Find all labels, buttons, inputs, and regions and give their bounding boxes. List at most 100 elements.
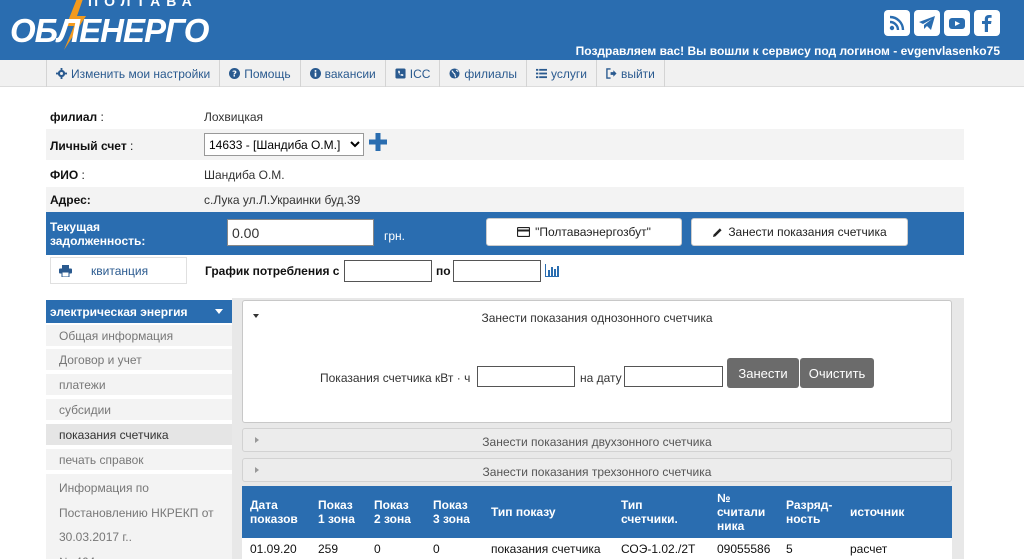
bar-chart-icon[interactable]: [545, 264, 559, 277]
table-header-row: Дата показов Показ 1 зона Показ 2 зона Пока…: [242, 486, 952, 538]
caret-down-icon: [215, 309, 223, 314]
reading-date-label: на дату: [580, 371, 622, 385]
col-reading-type: Тип показу: [483, 486, 613, 538]
cell-zone2: 0: [366, 538, 425, 559]
globe-icon: [449, 68, 460, 79]
enter-readings-button-label: Занести показания счетчика: [728, 225, 887, 239]
nav-services-label: услуги: [551, 66, 587, 81]
branch-value: Лохвицкая: [204, 109, 264, 124]
nav-vacancies-label: вакансии: [324, 66, 376, 81]
add-account-icon[interactable]: [368, 132, 388, 152]
single-zone-panel: Занести показания однозонного счетчика П…: [242, 300, 952, 423]
cell-reading-type: показания счетчика: [483, 538, 613, 559]
sidebar-item-general-info[interactable]: Общая информация: [46, 325, 232, 348]
chart-date-to[interactable]: [453, 260, 541, 282]
sidebar-item-regulation-info[interactable]: Информация по Постановлению НКРЕКП от 30…: [46, 474, 232, 559]
info-icon: [309, 68, 321, 79]
youtube-icon[interactable]: [944, 10, 970, 36]
nav-logout-label: выйти: [620, 66, 655, 81]
phone-book-icon: [395, 68, 406, 79]
clear-reading-button[interactable]: Очистить: [800, 358, 874, 388]
supplier-button[interactable]: "Полтаваэнергозбут": [486, 218, 682, 246]
sidebar-item-meter-readings[interactable]: показания счетчика: [46, 424, 232, 447]
nav-branches-label: филиалы: [464, 66, 517, 81]
sidebar-header-electricity[interactable]: электрическая энергия: [46, 300, 232, 323]
reading-date-input[interactable]: [624, 366, 723, 387]
regulation-line: 30.03.2017 г..: [59, 530, 132, 544]
credit-card-icon: [517, 227, 531, 237]
col-date: Дата показов: [242, 486, 310, 538]
reading-label: Показания счетчика кВт · ч: [320, 371, 471, 385]
fio-label: ФИО :: [50, 167, 85, 182]
dual-zone-panel[interactable]: Занести показания двухзонного счетчика: [242, 428, 952, 452]
telegram-icon[interactable]: [914, 10, 940, 36]
address-value: с.Лука ул.Л.Украинки буд.39: [204, 192, 361, 207]
sidebar-item-contract[interactable]: Договор и учет: [46, 349, 232, 372]
chart-date-from[interactable]: [344, 260, 432, 282]
nav-settings-label: Изменить мои настройки: [71, 66, 211, 81]
nav-icc[interactable]: ICC: [384, 60, 440, 87]
nav-settings[interactable]: Изменить мои настройки: [46, 60, 219, 87]
col-zone1: Показ 1 зона: [310, 486, 366, 538]
nav-logout[interactable]: выйти: [595, 60, 665, 87]
nav-branches[interactable]: филиалы: [439, 60, 526, 87]
branch-row: филиал : Лохвицкая: [46, 104, 964, 129]
account-select[interactable]: 14633 - [Шандиба О.М.]: [204, 133, 364, 156]
address-label: Адрес:: [50, 192, 91, 207]
sidebar-item-payments[interactable]: платежи: [46, 374, 232, 397]
col-source: источник: [842, 486, 952, 538]
col-digits: Разряд-ность: [778, 486, 842, 538]
sidebar-item-print-certificates[interactable]: печать справок: [46, 449, 232, 472]
chart-date-to-label: по: [436, 264, 451, 278]
logo-text: ОБЛЕНЕРГО: [10, 12, 209, 49]
sidebar-header-label: электрическая энергия: [50, 304, 188, 319]
triple-zone-panel-title: Занести показания трехзонного счетчика: [482, 465, 712, 479]
svg-text:?: ?: [232, 69, 237, 79]
readings-table: Дата показов Показ 1 зона Показ 2 зона Пока…: [242, 486, 952, 559]
facebook-icon[interactable]: [974, 10, 1000, 36]
col-zone2: Показ 2 зона: [366, 486, 425, 538]
cell-zone1: 259: [310, 538, 366, 559]
gear-icon: [56, 68, 67, 79]
account-label: Личный счет :: [50, 139, 134, 153]
debt-label: Текущая задолженность:: [50, 220, 146, 248]
printer-icon: [59, 265, 72, 277]
nav-help[interactable]: ? Помощь: [219, 60, 299, 87]
branch-label: филиал :: [50, 109, 104, 124]
enter-readings-button[interactable]: Занести показания счетчика: [691, 218, 908, 246]
nav-help-label: Помощь: [244, 66, 291, 81]
triple-zone-panel[interactable]: Занести показания трехзонного счетчика: [242, 458, 952, 482]
regulation-line: Постановлению НКРЕКП от: [59, 505, 214, 520]
pencil-icon: [713, 227, 722, 237]
welcome-message: Поздравляем вас! Вы вошли к сервису под …: [575, 44, 1000, 58]
reading-input[interactable]: [477, 366, 575, 387]
rss-icon[interactable]: [884, 10, 910, 36]
nav-services[interactable]: услуги: [526, 60, 596, 87]
single-zone-panel-title[interactable]: Занести показания однозонного счетчика: [243, 311, 951, 325]
cell-zone3: 0: [425, 538, 483, 559]
consumption-chart-label: График потребления с: [205, 264, 340, 278]
fio-row: ФИО : Шандиба О.М.: [46, 162, 964, 187]
logout-icon: [606, 68, 617, 79]
table-row: 01.09.20 259 0 0 показания счетчика СОЭ-…: [242, 538, 952, 559]
receipt-button[interactable]: квитанция: [50, 257, 187, 284]
regulation-line: № 464: [59, 550, 232, 559]
list-icon: [536, 68, 547, 79]
nav-icc-label: ICC: [409, 66, 431, 81]
debt-currency: грн.: [384, 229, 406, 243]
cell-date: 01.09.20: [242, 538, 310, 559]
nav-vacancies[interactable]: вакансии: [299, 60, 385, 87]
sidebar-item-subsidies[interactable]: субсидии: [46, 399, 232, 422]
dual-zone-panel-title: Занести показания двухзонного счетчика: [482, 435, 712, 449]
col-meter-number: № считали ника: [709, 486, 778, 538]
supplier-button-label: "Полтаваэнергозбут": [535, 225, 651, 239]
social-links: [884, 10, 1000, 36]
address-row: Адрес: с.Лука ул.Л.Украинки буд.39: [46, 187, 964, 212]
regulation-line: Информация по: [59, 481, 149, 495]
submit-reading-button[interactable]: Занести: [727, 358, 799, 388]
debt-amount-field[interactable]: [227, 219, 374, 246]
col-meter-type: Тип счетчики.: [613, 486, 709, 538]
cell-digits: 5: [778, 538, 842, 559]
top-nav: Изменить мои настройки ? Помощь вакансии…: [0, 60, 1024, 87]
cell-meter-number: 09055586: [709, 538, 778, 559]
